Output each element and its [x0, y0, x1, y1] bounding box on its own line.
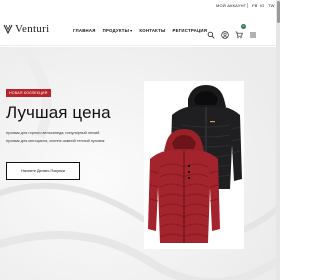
nav-item-label: КОНТАКТЫ [139, 27, 166, 33]
hero-subtitle-line: пуховик для горного велосипеда; популярн… [6, 131, 100, 135]
hero-subtitle-line: пуховик для мотоцикла, осенне-зимний теп… [6, 139, 105, 143]
nav-item-label: ПРОДУКТЫ [102, 27, 130, 33]
hero-subtitle: пуховик для горного велосипеда; популярн… [6, 129, 140, 145]
shop-now-button[interactable]: Начните Делать Покупки [6, 162, 80, 180]
hero-title: Лучшая цена [6, 103, 111, 122]
nav-item-label: РЕГИСТРАЦИЯ [172, 27, 208, 33]
scrollbar-thumb[interactable] [276, 1, 280, 23]
logo-mark-icon [3, 24, 13, 34]
instagram-icon[interactable]: IG [260, 3, 265, 8]
nav-item-register[interactable]: РЕГИСТРАЦИЯ [173, 28, 208, 33]
collection-tag: НОВАЯ КОЛЛЕКЦИЯ [6, 89, 51, 97]
my-account-link[interactable]: МОЙ АККАУНТ [216, 3, 246, 8]
menu-icon[interactable] [249, 26, 257, 38]
search-icon[interactable] [207, 26, 215, 39]
nav-item-home[interactable]: ГЛАВНАЯ [73, 28, 96, 33]
cart-count-badge: 0 [241, 24, 246, 29]
nav-item-products[interactable]: ПРОДУКТЫ ▾ [103, 28, 133, 33]
divider [247, 3, 248, 8]
page-scrollbar[interactable] [276, 0, 280, 280]
cart-icon[interactable]: 0 [235, 24, 246, 39]
logo-text: Venturi [15, 23, 50, 35]
utility-bar: МОЙ АККАУНТ FB IG TW [0, 0, 280, 12]
nav-item-label: ГЛАВНАЯ [73, 27, 96, 33]
nav-item-contacts[interactable]: КОНТАКТЫ [139, 28, 165, 33]
chevron-down-icon: ▾ [130, 27, 133, 33]
twitter-icon[interactable]: TW [268, 3, 275, 8]
header-actions: 0 [207, 24, 263, 39]
main-nav: ГЛАВНАЯ ПРОДУКТЫ ▾ КОНТАКТЫ РЕГИСТРАЦИЯ [73, 26, 214, 34]
hero-banner: НОВАЯ КОЛЛЕКЦИЯ Лучшая цена пуховик для … [0, 47, 280, 280]
user-icon[interactable] [221, 26, 229, 39]
site-logo[interactable]: Venturi [3, 21, 49, 37]
facebook-icon[interactable]: FB [252, 3, 258, 8]
site-header: Venturi ГЛАВНАЯ ПРОДУКТЫ ▾ КОНТАКТЫ РЕГИС… [0, 12, 280, 46]
product-image [144, 81, 244, 249]
